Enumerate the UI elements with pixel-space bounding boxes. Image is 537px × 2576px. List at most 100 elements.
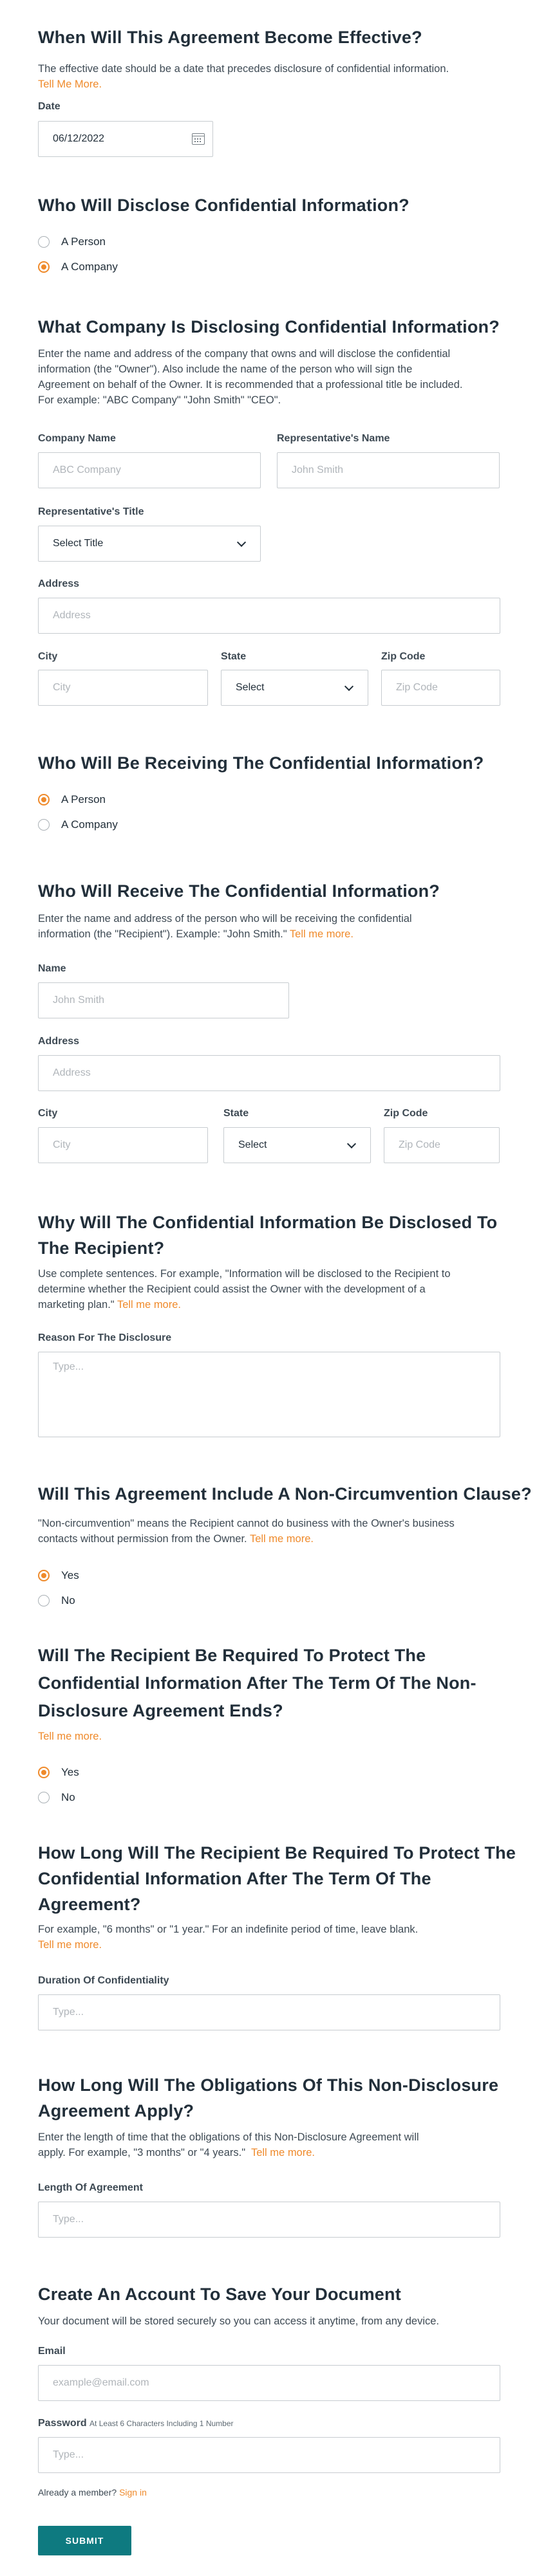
option-label: A Company [61,261,118,273]
noncircumvention-option-no[interactable]: No [38,1594,75,1607]
date-value: 06/12/2022 [53,133,105,144]
email-label: Email [38,2346,66,2357]
effective-tell-more-link[interactable]: Tell Me More. [38,78,102,90]
company-address-label: Address [38,578,80,589]
company-desc: Enter the name and address of the compan… [38,346,514,408]
radio-unchecked-icon [38,236,50,248]
protect-after-title-line: Disclosure Agreement Ends? [38,1701,283,1720]
submit-button[interactable]: SUBMIT [38,2526,131,2555]
duration-title-line: Agreement? [38,1895,141,1914]
length-desc: Enter the length of time that the obliga… [38,2130,514,2160]
company-desc-line: For example: "ABC Company" "John Smith" … [38,394,281,406]
reason-field-label: Reason For The Disclosure [38,1332,172,1343]
state-value: Select [238,1139,267,1150]
company-name-label: Company Name [38,433,116,444]
duration-desc: For example, "6 months" or "1 year." For… [38,1922,514,1953]
noncircumvention-title: Will This Agreement Include A Non-Circum… [38,1484,532,1504]
recipient-city-input[interactable]: City [38,1127,208,1163]
company-name-input[interactable]: ABC Company [38,452,261,488]
recipient-zip-input[interactable]: Zip Code [384,1127,500,1163]
protect-after-title: Will The Recipient Be Required To Protec… [38,1642,514,1725]
company-city-input[interactable]: City [38,670,208,706]
option-label: Yes [61,1569,79,1581]
recipient-address-input[interactable]: Address [38,1055,500,1091]
recipient-name-input[interactable]: John Smith [38,982,289,1018]
recipient-desc-line: information (the "Recipient"). Example: … [38,928,287,940]
length-input[interactable]: Type... [38,2202,500,2238]
member-prompt: Already a member? Sign in [38,2487,147,2498]
discloser-option-person[interactable]: A Person [38,235,106,248]
company-zip-input[interactable]: Zip Code [381,670,500,706]
rep-title-select[interactable]: Select Title [38,526,261,562]
protect-after-title-line: Will The Recipient Be Required To Protec… [38,1646,426,1665]
option-label: A Person [61,793,106,805]
company-desc-line: Enter the name and address of the compan… [38,348,451,360]
password-input[interactable]: Type... [38,2437,500,2473]
company-state-select[interactable]: Select [221,670,368,706]
receiver-option-company[interactable]: A Company [38,818,118,831]
account-title: Create An Account To Save Your Document [38,2285,401,2304]
date-input[interactable]: 06/12/2022 [38,121,213,157]
rep-title-value: Select Title [53,538,104,549]
radio-unchecked-icon [38,1595,50,1606]
length-tell-more-link[interactable]: Tell me more. [251,2147,315,2158]
option-label: Yes [61,1766,79,1778]
email-input[interactable]: example@email.com [38,2365,500,2401]
recipient-zip-label: Zip Code [384,1108,428,1119]
duration-desc-line: For example, "6 months" or "1 year." For… [38,1924,419,1935]
recipient-name-label: Name [38,963,66,974]
company-desc-line: information (the "Owner"). Also include … [38,363,413,375]
company-title: What Company Is Disclosing Confidential … [38,317,500,336]
recipient-state-label: State [223,1108,249,1119]
recipient-state-select[interactable]: Select [223,1127,371,1163]
reason-desc-line: Use complete sentences. For example, "In… [38,1268,451,1280]
duration-input[interactable]: Type... [38,1994,500,2030]
password-label: Password At Least 6 Characters Including… [38,2418,234,2429]
protect-after-title-line: Confidential Information After The Term … [38,1673,476,1693]
receiver-option-person[interactable]: A Person [38,793,106,806]
state-value: Select [236,682,265,693]
reason-tell-more-link[interactable]: Tell me more. [117,1299,181,1311]
duration-title: How Long Will The Recipient Be Required … [38,1840,527,1917]
option-label: No [61,1791,75,1803]
option-label: A Company [61,818,118,831]
receiver-type-title: Who Will Be Receiving The Confidential I… [38,753,484,773]
company-address-input[interactable]: Address [38,598,500,634]
noncircumvention-desc: "Non-circumvention" means the Recipient … [38,1516,514,1547]
rep-name-input[interactable]: John Smith [277,452,500,488]
radio-checked-icon [38,1767,50,1778]
radio-unchecked-icon [38,819,50,831]
discloser-option-company[interactable]: A Company [38,261,118,273]
recipient-title: Who Will Receive The Confidential Inform… [38,881,440,901]
password-label-text: Password [38,2418,87,2429]
radio-unchecked-icon [38,1792,50,1803]
noncircumvention-desc-line: "Non-circumvention" means the Recipient … [38,1518,455,1529]
protect-after-option-no[interactable]: No [38,1791,75,1804]
option-label: No [61,1594,75,1606]
recipient-desc: Enter the name and address of the person… [38,911,514,942]
duration-field-label: Duration Of Confidentiality [38,1975,169,1986]
duration-tell-more-link[interactable]: Tell me more. [38,1937,514,1953]
noncircumvention-option-yes[interactable]: Yes [38,1569,79,1582]
reason-title-line: The Recipient? [38,1238,165,1258]
protect-after-option-yes[interactable]: Yes [38,1766,79,1779]
calendar-icon[interactable] [192,133,205,145]
reason-textarea[interactable]: Type... [38,1352,500,1437]
company-city-label: City [38,651,58,662]
signin-link[interactable]: Sign in [119,2487,147,2498]
length-desc-line: apply. For example, "3 months" or "4 yea… [38,2147,246,2158]
chevron-down-icon [236,537,247,547]
company-state-label: State [221,651,247,662]
radio-checked-icon [38,261,50,273]
length-title-line: Agreement Apply? [38,2101,194,2121]
effective-title: When Will This Agreement Become Effectiv… [38,28,422,47]
member-text: Already a member? [38,2487,117,2498]
length-desc-line: Enter the length of time that the obliga… [38,2131,419,2143]
recipient-address-label: Address [38,1036,80,1047]
reason-title: Why Will The Confidential Information Be… [38,1210,514,1261]
date-label: Date [38,101,61,112]
noncircumvention-tell-more-link[interactable]: Tell me more. [250,1533,314,1545]
protect-after-tell-more-link[interactable]: Tell me more. [38,1729,102,1744]
rep-title-label: Representative's Title [38,506,144,517]
recipient-tell-more-link[interactable]: Tell me more. [290,928,353,940]
